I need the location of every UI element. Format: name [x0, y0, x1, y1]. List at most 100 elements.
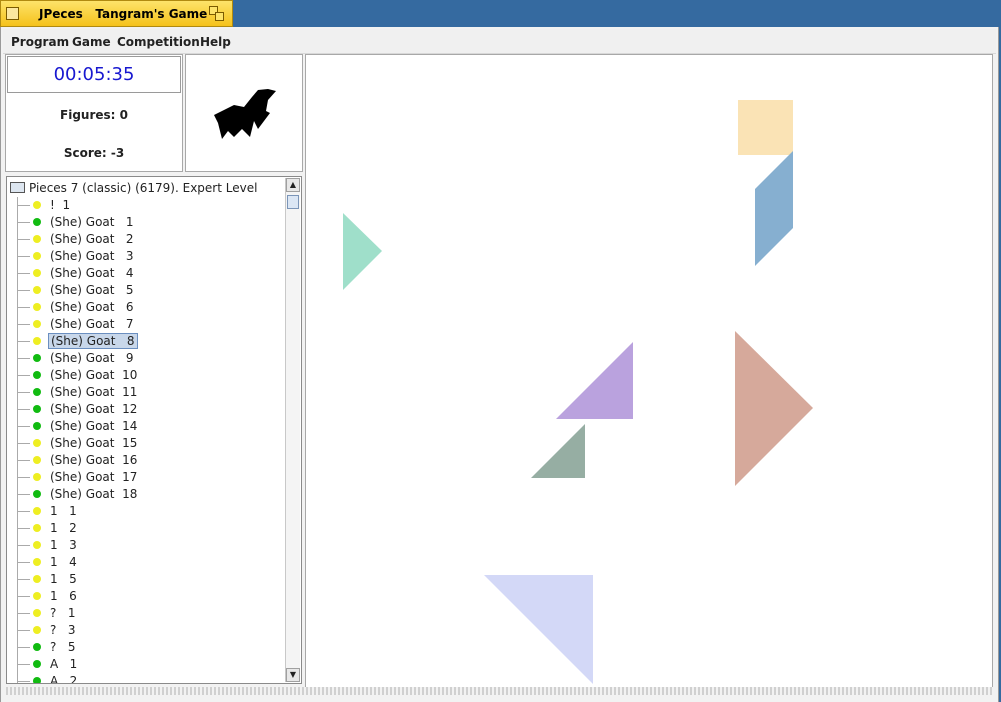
status-dot-icon — [33, 660, 41, 668]
tree-item[interactable]: (She) Goat 17 — [7, 469, 285, 486]
status-dot-icon — [33, 456, 41, 464]
small-triangle-teal[interactable] — [343, 213, 382, 290]
tree-item[interactable]: 1 5 — [7, 571, 285, 588]
figure-preview — [185, 54, 303, 172]
small-triangle-grey[interactable] — [531, 424, 585, 478]
large-triangle-blue[interactable] — [484, 575, 593, 684]
status-dot-icon — [33, 541, 41, 549]
scrollbar-thumb[interactable] — [287, 195, 299, 209]
status-dot-icon — [33, 337, 41, 345]
tree-item[interactable]: 1 6 — [7, 588, 285, 605]
tree-item[interactable]: (She) Goat 15 — [7, 435, 285, 452]
menu-program[interactable]: Program — [11, 35, 69, 49]
tree-item[interactable]: (She) Goat 10 — [7, 367, 285, 384]
tree-item[interactable]: ! 1 — [7, 197, 285, 214]
status-dot-icon — [33, 592, 41, 600]
tree-item[interactable]: A 1 — [7, 656, 285, 673]
tree-item-label: 1 2 — [50, 521, 77, 535]
tree-item[interactable]: (She) Goat 1 — [7, 214, 285, 231]
window-menu-icon[interactable] — [6, 7, 19, 20]
square-piece[interactable] — [738, 100, 793, 155]
tree-connector — [17, 273, 30, 274]
tree-item[interactable]: ? 1 — [7, 605, 285, 622]
tree-item[interactable]: (She) Goat 12 — [7, 401, 285, 418]
status-dot-icon — [33, 201, 41, 209]
status-dot-icon — [33, 439, 41, 447]
tree-connector — [17, 256, 30, 257]
tree-item[interactable]: 1 2 — [7, 520, 285, 537]
tree-item[interactable]: (She) Goat 16 — [7, 452, 285, 469]
tree-item[interactable]: (She) Goat 9 — [7, 350, 285, 367]
tree-item[interactable]: 1 1 — [7, 503, 285, 520]
tree-root[interactable]: Pieces 7 (classic) (6179). Expert Level — [10, 181, 257, 197]
tree-item[interactable]: 1 3 — [7, 537, 285, 554]
tree-connector — [17, 630, 30, 631]
tree-item[interactable]: (She) Goat 4 — [7, 265, 285, 282]
tree-item[interactable]: (She) Goat 8 — [7, 333, 285, 350]
game-board[interactable] — [305, 54, 993, 695]
tree-root-label: Pieces 7 (classic) (6179). Expert Level — [29, 181, 258, 195]
tree-item[interactable]: (She) Goat 2 — [7, 231, 285, 248]
tree-connector — [17, 494, 30, 495]
tree-item-label: A 2 — [50, 674, 78, 684]
tree-connector — [17, 545, 30, 546]
tree-item[interactable]: (She) Goat 14 — [7, 418, 285, 435]
menu-help[interactable]: Help — [200, 35, 231, 49]
status-dot-icon — [33, 677, 41, 683]
tree-connector — [17, 375, 30, 376]
tree-item[interactable]: (She) Goat 11 — [7, 384, 285, 401]
status-dot-icon — [33, 303, 41, 311]
figure-tree[interactable]: Pieces 7 (classic) (6179). Expert Level … — [6, 176, 302, 684]
scroll-down-button[interactable]: ▼ — [286, 668, 300, 682]
tree-item-label: (She) Goat 1 — [50, 215, 134, 229]
tree-item-label: (She) Goat 10 — [50, 368, 138, 382]
large-triangle-red[interactable] — [735, 331, 813, 486]
vertical-scrollbar[interactable]: ▲ ▼ — [285, 178, 300, 682]
menu-game[interactable]: Game — [72, 35, 111, 49]
tree-item[interactable]: ? 3 — [7, 622, 285, 639]
status-strip — [6, 687, 994, 695]
tree-item-label: ? 3 — [50, 623, 76, 637]
tree-connector — [17, 613, 30, 614]
tree-connector — [17, 290, 30, 291]
menu-bar: Program Game Competition Help — [3, 29, 996, 54]
tree-item-label: (She) Goat 2 — [50, 232, 134, 246]
tree-item-label: (She) Goat 7 — [50, 317, 134, 331]
tangram-board[interactable] — [306, 55, 992, 694]
tree-item-label: (She) Goat 15 — [50, 436, 138, 450]
medium-triangle-purple[interactable] — [556, 342, 633, 419]
tree-item-label: 1 1 — [50, 504, 77, 518]
tree-item[interactable]: ? 5 — [7, 639, 285, 656]
tree-item[interactable]: (She) Goat 7 — [7, 316, 285, 333]
tree-connector — [17, 358, 30, 359]
tree-item[interactable]: A 2 — [7, 673, 285, 684]
tree-connector — [17, 596, 30, 597]
tree-connector — [17, 392, 30, 393]
app-window: Program Game Competition Help 00:05:35 F… — [0, 27, 999, 702]
tree-item-label: 1 6 — [50, 589, 77, 603]
tree-item-label: (She) Goat 16 — [50, 453, 138, 467]
tree-item-label: (She) Goat 4 — [50, 266, 134, 280]
tree-item[interactable]: (She) Goat 18 — [7, 486, 285, 503]
status-dot-icon — [33, 252, 41, 260]
restore-icon[interactable] — [209, 6, 227, 23]
tree-connector — [17, 562, 30, 563]
tree-item[interactable]: (She) Goat 5 — [7, 282, 285, 299]
status-dot-icon — [33, 388, 41, 396]
tree-item-label: (She) Goat 5 — [50, 283, 134, 297]
tree-item-label: (She) Goat 14 — [50, 419, 138, 433]
status-dot-icon — [33, 626, 41, 634]
parallelogram-piece[interactable] — [755, 151, 793, 266]
tree-item-label: (She) Goat 3 — [50, 249, 134, 263]
tree-item[interactable]: 1 4 — [7, 554, 285, 571]
tree-item[interactable]: (She) Goat 3 — [7, 248, 285, 265]
title-bar[interactable]: JPeces Tangram's Game — [0, 0, 233, 27]
tree-item-label: (She) Goat 9 — [50, 351, 134, 365]
tree-item[interactable]: (She) Goat 6 — [7, 299, 285, 316]
tree-item-label: 1 4 — [50, 555, 77, 569]
menu-competition[interactable]: Competition — [117, 35, 200, 49]
tree-connector — [17, 681, 30, 682]
status-dot-icon — [33, 320, 41, 328]
status-dot-icon — [33, 269, 41, 277]
scroll-up-button[interactable]: ▲ — [286, 178, 300, 192]
